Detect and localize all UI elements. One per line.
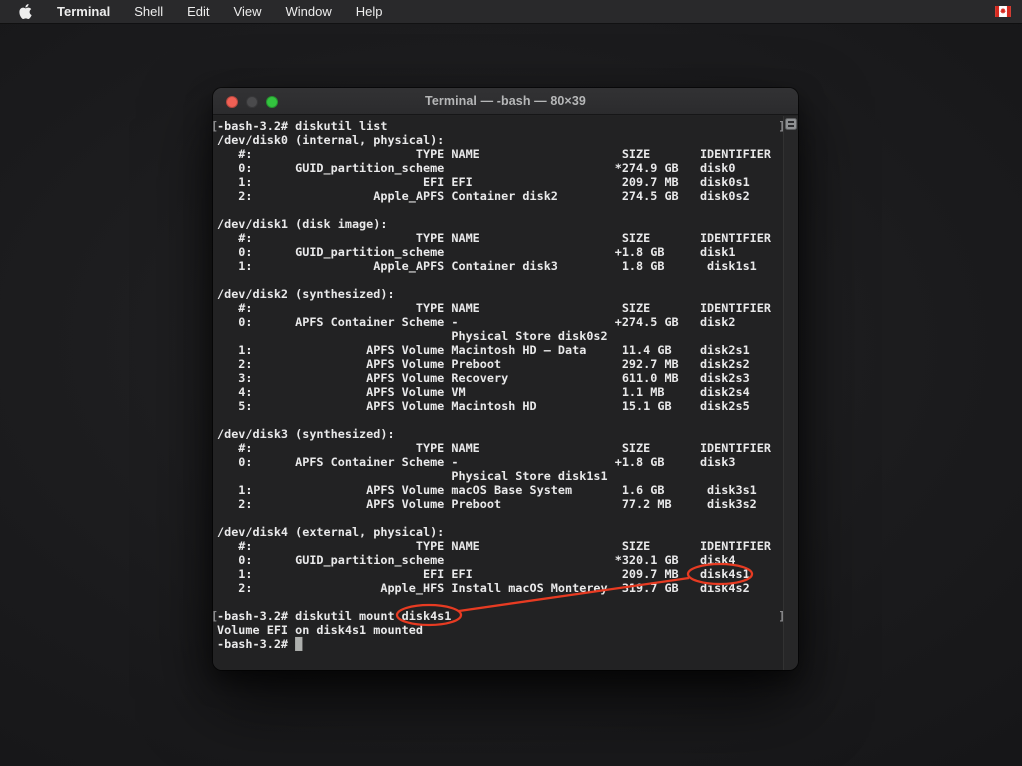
input-source-menu[interactable] bbox=[995, 5, 1011, 20]
menu-item-window[interactable]: Window bbox=[274, 0, 344, 23]
terminal-window: Terminal — -bash — 80×39 -bash-3.2# disk… bbox=[213, 88, 798, 670]
scrollbar[interactable] bbox=[783, 116, 798, 670]
terminal-output[interactable]: -bash-3.2# diskutil list /dev/disk0 (int… bbox=[213, 116, 798, 651]
canada-flag-icon bbox=[995, 6, 1011, 17]
menu-item-help[interactable]: Help bbox=[344, 0, 395, 23]
terminal-content[interactable]: -bash-3.2# diskutil list /dev/disk0 (int… bbox=[213, 116, 798, 670]
menu-item-edit[interactable]: Edit bbox=[175, 0, 221, 23]
traffic-lights bbox=[226, 96, 278, 108]
menu-bar: Terminal Shell Edit View Window Help bbox=[0, 0, 1022, 23]
zoom-button[interactable] bbox=[266, 96, 278, 108]
menu-item-view[interactable]: View bbox=[222, 0, 274, 23]
menu-item-terminal[interactable]: Terminal bbox=[45, 0, 122, 23]
minimize-button[interactable] bbox=[246, 96, 258, 108]
prompt-mark-bracket: [ bbox=[213, 609, 218, 623]
close-button[interactable] bbox=[226, 96, 238, 108]
desktop-background: Terminal Shell Edit View Window Help Ter… bbox=[0, 0, 1022, 766]
menu-item-shell[interactable]: Shell bbox=[122, 0, 175, 23]
prompt-mark-bracket: [ bbox=[213, 119, 218, 133]
window-titlebar[interactable]: Terminal — -bash — 80×39 bbox=[213, 88, 798, 115]
terminal-mark-navigator-icon[interactable] bbox=[785, 118, 797, 130]
terminal-cursor: █ bbox=[295, 637, 302, 651]
window-title: Terminal — -bash — 80×39 bbox=[425, 94, 586, 108]
apple-logo-icon bbox=[19, 4, 32, 19]
apple-menu[interactable] bbox=[19, 4, 32, 19]
